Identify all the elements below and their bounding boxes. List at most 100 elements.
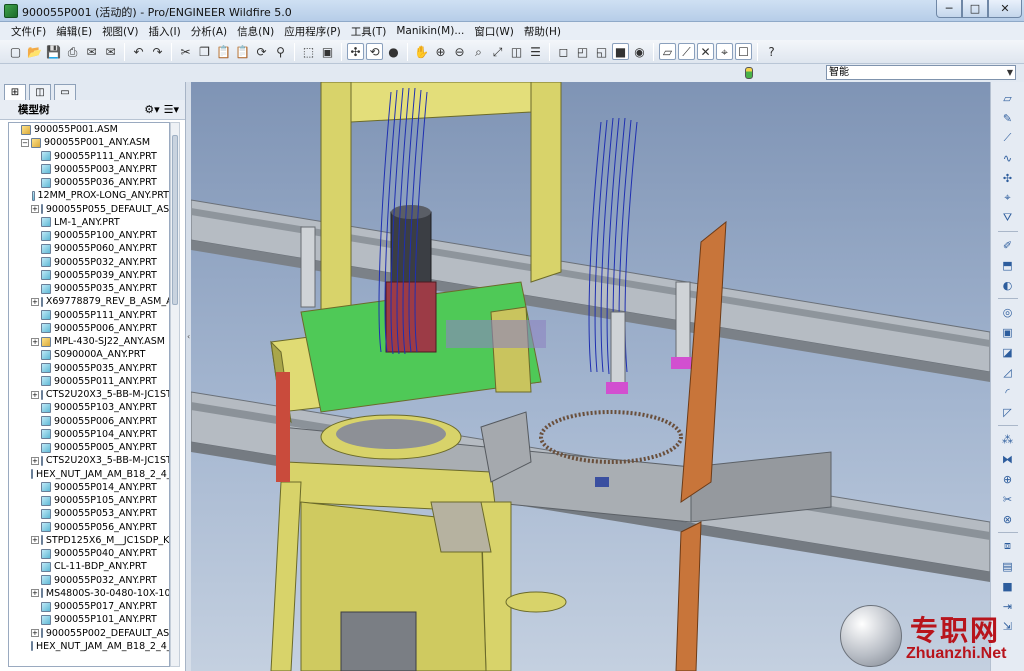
minimize-button[interactable]: ─	[936, 0, 962, 18]
tree-item[interactable]: + X69778879_REV_B_ASM_ANY-	[9, 295, 169, 308]
cut-icon[interactable]: ✂	[177, 43, 194, 60]
extrude-icon[interactable]: ⬒	[999, 256, 1017, 274]
tree-item[interactable]: HEX_NUT_JAM_AM_B18_2_4_5	[9, 468, 169, 481]
thicken-icon[interactable]: ▤	[999, 557, 1017, 575]
tree-item[interactable]: − 900055P001_ANY.ASM	[9, 136, 169, 149]
repaint-icon[interactable]: ▣	[319, 43, 336, 60]
datum-points-icon[interactable]: ✕	[697, 43, 714, 60]
maximize-button[interactable]: □	[962, 0, 988, 18]
tree-item[interactable]: 900055P056_ANY.PRT	[9, 521, 169, 534]
redo-icon[interactable]: ↷	[149, 43, 166, 60]
menu-item-3[interactable]: 插入(I)	[143, 24, 185, 39]
datum-planes-icon[interactable]: ▱	[659, 43, 676, 60]
datum-axis-icon[interactable]: ⟋	[999, 129, 1017, 147]
tree-item[interactable]: 900055P039_ANY.PRT	[9, 269, 169, 282]
expand-icon[interactable]: +	[31, 589, 39, 598]
trim-icon[interactable]: ✂	[999, 490, 1017, 508]
graphics-window[interactable]	[191, 82, 990, 671]
tree-item[interactable]: S090000A_ANY.PRT	[9, 348, 169, 361]
orient-icon[interactable]: ⟲	[366, 43, 383, 60]
tree-item[interactable]: +900055P002_DEFAULT_AS_MA	[9, 627, 169, 640]
tree-item[interactable]: + CTS2U20X3_5-BB-M-JC1STP-I	[9, 454, 169, 467]
tree-item[interactable]: 900055P040_ANY.PRT	[9, 547, 169, 560]
tree-item[interactable]: CL-11-BDP_ANY.PRT	[9, 560, 169, 573]
close-button[interactable]: ✕	[988, 0, 1022, 18]
tree-item[interactable]: 900055P111_ANY.PRT	[9, 150, 169, 163]
menu-item-8[interactable]: Manikin(M)...	[391, 25, 469, 37]
annotations-icon[interactable]: ☐	[735, 43, 752, 60]
shading-icon[interactable]: ■	[612, 43, 629, 60]
paste-special-icon[interactable]: 📋	[234, 43, 251, 60]
tree-item[interactable]: 900055P105_ANY.PRT	[9, 494, 169, 507]
open-icon[interactable]: 📂	[26, 43, 43, 60]
new-icon[interactable]: ▢	[7, 43, 24, 60]
appearance-icon[interactable]: ●	[385, 43, 402, 60]
folder-browser-tab[interactable]: ◫	[29, 84, 51, 100]
tree-item[interactable]: + MPL-430-SJ22_ANY.ASM	[9, 335, 169, 348]
model-tree-tab[interactable]: ⊞	[4, 84, 26, 100]
saved-views-icon[interactable]: ◫	[508, 43, 525, 60]
tree-item[interactable]: 900055P005_ANY.PRT	[9, 441, 169, 454]
hidden-line-icon[interactable]: ◰	[574, 43, 591, 60]
expand-icon[interactable]: +	[31, 297, 39, 306]
datum-axes-icon[interactable]: ⟋	[678, 43, 695, 60]
coord-system-icon[interactable]: ⌖	[999, 189, 1017, 207]
select-box-icon[interactable]: ⬚	[300, 43, 317, 60]
menu-item-9[interactable]: 窗口(W)	[469, 24, 519, 39]
regenerate-icon[interactable]: ⟳	[253, 43, 270, 60]
save-icon[interactable]: 💾	[45, 43, 62, 60]
tree-item[interactable]: 900055P036_ANY.PRT	[9, 176, 169, 189]
expand-icon[interactable]: +	[31, 456, 39, 465]
scrollbar-thumb[interactable]	[172, 135, 178, 305]
menu-item-6[interactable]: 应用程序(P)	[279, 24, 346, 39]
analysis-feature-icon[interactable]: ⛛	[999, 209, 1017, 227]
tree-item[interactable]: 900055P103_ANY.PRT	[9, 401, 169, 414]
revolve-icon[interactable]: ◐	[999, 276, 1017, 294]
zoom-in-icon[interactable]: ⊕	[432, 43, 449, 60]
layers-icon[interactable]: ☰	[527, 43, 544, 60]
tree-item[interactable]: + STPD125X6_M__JC1SDP_K_CL	[9, 534, 169, 547]
tree-item[interactable]: 900055P003_ANY.PRT	[9, 163, 169, 176]
spin-center-icon[interactable]: ✣	[347, 43, 364, 60]
tree-item[interactable]: 900055P111_ANY.PRT	[9, 309, 169, 322]
menu-item-0[interactable]: 文件(F)	[6, 24, 51, 39]
tree-item[interactable]: 900055P104_ANY.PRT	[9, 428, 169, 441]
hole-icon[interactable]: ◎	[999, 303, 1017, 321]
datum-curve-icon[interactable]: ∿	[999, 149, 1017, 167]
copy-icon[interactable]: ❐	[196, 43, 213, 60]
solidify-icon[interactable]: ■	[999, 577, 1017, 595]
merge-icon[interactable]: ⊕	[999, 470, 1017, 488]
round-icon[interactable]: ◜	[999, 383, 1017, 401]
splitter-handle-icon[interactable]: ‹	[187, 332, 190, 341]
tree-item[interactable]: 900055P060_ANY.PRT	[9, 242, 169, 255]
tree-item[interactable]: LM-1_ANY.PRT	[9, 216, 169, 229]
pan-icon[interactable]: ✋	[413, 43, 430, 60]
reorient-icon[interactable]: ⤢	[489, 43, 506, 60]
menu-item-1[interactable]: 编辑(E)	[51, 24, 97, 39]
tree-item[interactable]: 900055P006_ANY.PRT	[9, 322, 169, 335]
menu-item-2[interactable]: 视图(V)	[97, 24, 143, 39]
tree-item[interactable]: 900055P032_ANY.PRT	[9, 256, 169, 269]
tree-item[interactable]: 900055P035_ANY.PRT	[9, 362, 169, 375]
tree-item[interactable]: 900055P035_ANY.PRT	[9, 282, 169, 295]
email-icon[interactable]: ✉	[83, 43, 100, 60]
selection-filter-dropdown[interactable]: 智能 ▼	[826, 65, 1016, 80]
tree-item[interactable]: 900055P101_ANY.PRT	[9, 613, 169, 626]
tree-settings-icon[interactable]: ⚙▾	[144, 103, 159, 116]
tree-item[interactable]: HEX_NUT_JAM_AM_B18_2_4_5	[9, 640, 169, 653]
tree-item[interactable]: 900055P100_ANY.PRT	[9, 229, 169, 242]
tree-item[interactable]: +900055P055_DEFAULT_AS_MA	[9, 203, 169, 216]
paste-icon[interactable]: 📋	[215, 43, 232, 60]
menu-item-7[interactable]: 工具(T)	[346, 24, 392, 39]
refit-icon[interactable]: ⌕	[470, 43, 487, 60]
model-tree[interactable]: 900055P001.ASM −900055P001_ANY.ASM 900055P…	[8, 122, 170, 667]
menu-item-4[interactable]: 分析(A)	[186, 24, 232, 39]
tree-item[interactable]: 900055P017_ANY.PRT	[9, 600, 169, 613]
shell-icon[interactable]: ▣	[999, 323, 1017, 341]
tree-item[interactable]: + MS4800S-30-0480-10X-10R-L	[9, 587, 169, 600]
draft-icon[interactable]: ◿	[999, 363, 1017, 381]
context-help-icon[interactable]: ?	[763, 43, 780, 60]
tree-item[interactable]: 900055P011_ANY.PRT	[9, 375, 169, 388]
tree-item[interactable]: 900055P014_ANY.PRT	[9, 481, 169, 494]
favorites-tab[interactable]: ▭	[54, 84, 76, 100]
